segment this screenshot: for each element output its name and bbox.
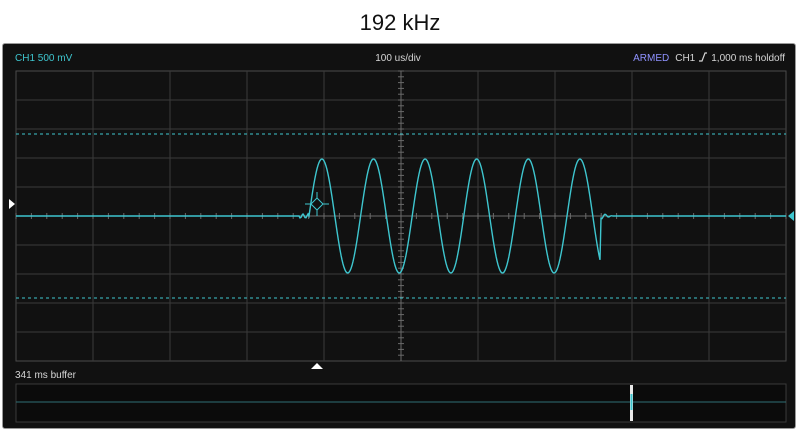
buffer-overview[interactable]: [15, 383, 787, 423]
ground-reference-marker-icon[interactable]: [9, 199, 15, 209]
page-title: 192 kHz: [359, 10, 441, 35]
oscilloscope-panel: CH1 500 mV 100 us/div ARMED CH1 1,000 ms h…: [2, 43, 796, 429]
trigger-position-marker-icon[interactable]: [311, 363, 323, 369]
trigger-level-marker-icon[interactable]: [788, 211, 794, 221]
trigger-crosshair-icon[interactable]: [305, 192, 329, 216]
scope-display: [9, 70, 794, 423]
